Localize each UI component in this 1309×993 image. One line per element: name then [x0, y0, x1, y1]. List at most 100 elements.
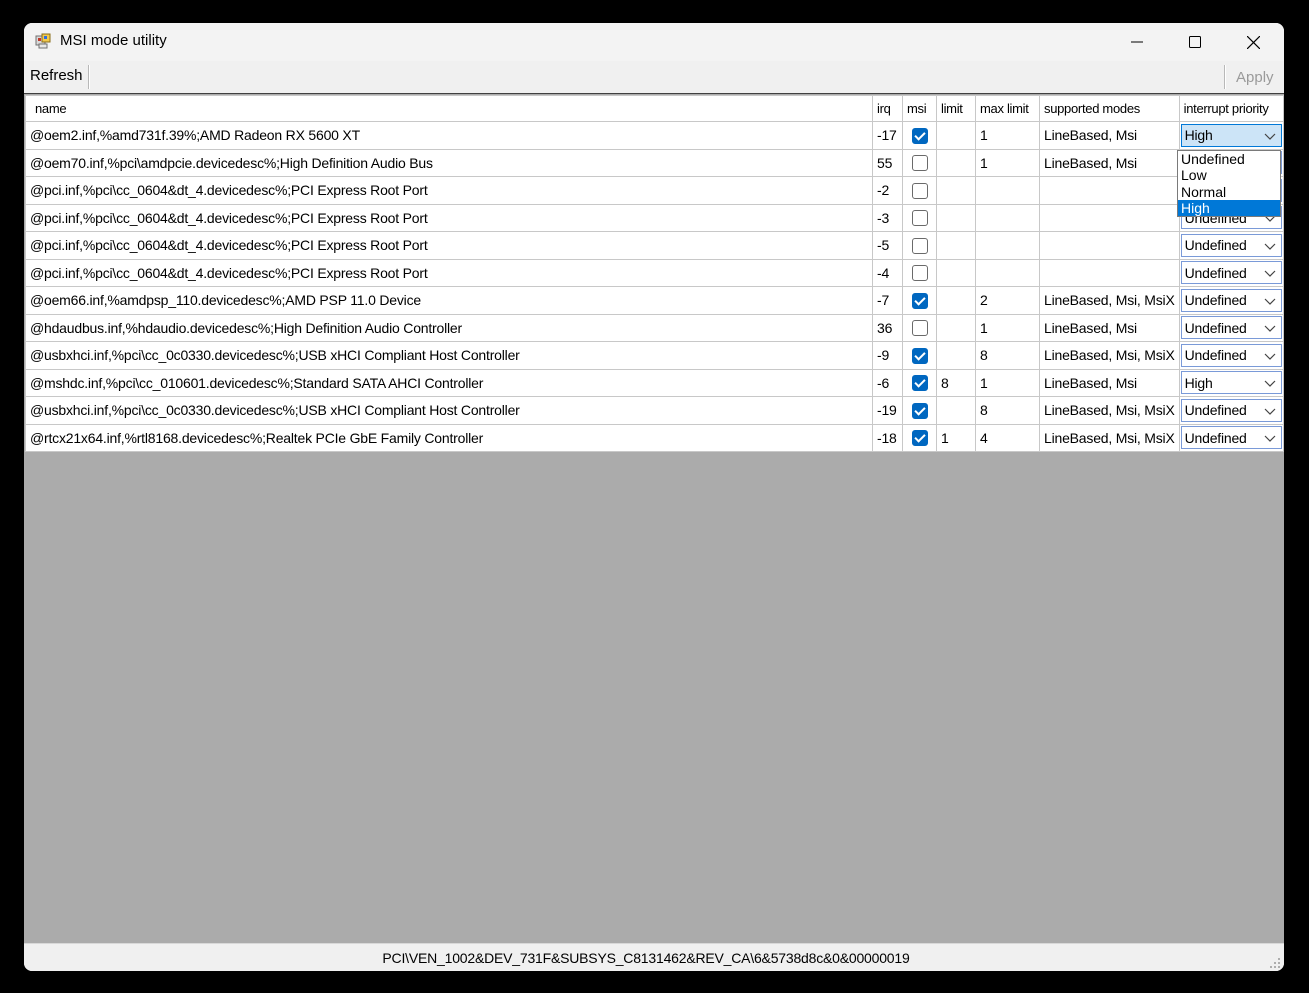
chevron-down-icon[interactable] [1264, 295, 1276, 307]
title-bar[interactable]: MSI mode utility [24, 23, 1284, 61]
cell-limit[interactable] [936, 258, 976, 287]
table-row[interactable]: @hdaudbus.inf,%hdaudio.devicedesc%;High … [25, 313, 1284, 342]
cell-irq[interactable]: -17 [872, 121, 903, 150]
cell-interrupt-priority[interactable]: Undefined [1178, 396, 1284, 425]
cell-name[interactable]: @pci.inf,%pci\cc_0604&dt_4.devicedesc%;P… [25, 203, 873, 232]
cell-interrupt-priority[interactable]: Undefined [1178, 231, 1284, 260]
cell-supported-modes[interactable]: LineBased, Msi, MsiX [1039, 341, 1180, 370]
cell-name[interactable]: @mshdc.inf,%pci\cc_010601.devicedesc%;St… [25, 368, 873, 397]
priority-combobox[interactable]: Undefined [1180, 288, 1282, 312]
cell-limit[interactable]: 8 [936, 368, 976, 397]
cell-supported-modes[interactable]: LineBased, Msi [1039, 148, 1180, 177]
dropdown-option-selected[interactable]: High [1178, 199, 1280, 217]
cell-irq[interactable]: -19 [872, 396, 903, 425]
msi-checkbox[interactable] [911, 320, 928, 337]
cell-limit[interactable] [936, 176, 976, 205]
column-header-irq[interactable]: irq [872, 95, 903, 122]
cell-name[interactable]: @oem70.inf,%pci\amdpcie.devicedesc%;High… [25, 148, 873, 177]
cell-supported-modes[interactable]: LineBased, Msi [1039, 368, 1180, 397]
column-header-name[interactable]: name [25, 95, 873, 122]
cell-limit[interactable] [936, 121, 976, 150]
msi-checkbox[interactable] [911, 182, 928, 199]
table-row[interactable]: @pci.inf,%pci\cc_0604&dt_4.devicedesc%;P… [25, 176, 1284, 205]
chevron-down-icon[interactable] [1264, 377, 1276, 389]
chevron-down-icon[interactable] [1264, 130, 1276, 142]
cell-irq[interactable]: -5 [872, 231, 903, 260]
cell-max-limit[interactable]: 1 [975, 368, 1040, 397]
cell-irq[interactable]: -2 [872, 176, 903, 205]
cell-interrupt-priority[interactable]: Undefined [1178, 286, 1284, 315]
cell-name[interactable]: @rtcx21x64.inf,%rtl8168.devicedesc%;Real… [25, 423, 873, 452]
cell-msi[interactable] [902, 121, 937, 150]
msi-checkbox[interactable] [911, 237, 928, 254]
cell-supported-modes[interactable] [1039, 203, 1180, 232]
priority-combobox[interactable]: Undefined [1180, 261, 1282, 285]
cell-irq[interactable]: -9 [872, 341, 903, 370]
cell-name[interactable]: @pci.inf,%pci\cc_0604&dt_4.devicedesc%;P… [25, 258, 873, 287]
cell-interrupt-priority[interactable]: High [1178, 121, 1284, 150]
cell-name[interactable]: @pci.inf,%pci\cc_0604&dt_4.devicedesc%;P… [25, 176, 873, 205]
chevron-down-icon[interactable] [1264, 322, 1276, 334]
msi-checkbox[interactable] [911, 375, 928, 392]
cell-max-limit[interactable]: 4 [975, 423, 1040, 452]
cell-max-limit[interactable] [975, 203, 1040, 232]
table-row[interactable]: @mshdc.inf,%pci\cc_010601.devicedesc%;St… [25, 368, 1284, 397]
table-row[interactable]: @usbxhci.inf,%pci\cc_0c0330.devicedesc%;… [25, 396, 1284, 425]
cell-max-limit[interactable]: 1 [975, 313, 1040, 342]
close-button[interactable] [1224, 23, 1282, 61]
table-row[interactable]: @pci.inf,%pci\cc_0604&dt_4.devicedesc%;P… [25, 231, 1284, 260]
msi-checkbox[interactable] [911, 127, 928, 144]
cell-limit[interactable]: 1 [936, 423, 976, 452]
cell-name[interactable]: @hdaudbus.inf,%hdaudio.devicedesc%;High … [25, 313, 873, 342]
cell-msi[interactable] [902, 176, 937, 205]
cell-max-limit[interactable]: 1 [975, 121, 1040, 150]
resize-grip-icon[interactable] [1269, 957, 1281, 969]
cell-msi[interactable] [902, 258, 937, 287]
column-header-supported-modes[interactable]: supported modes [1039, 95, 1180, 122]
cell-name[interactable]: @pci.inf,%pci\cc_0604&dt_4.devicedesc%;P… [25, 231, 873, 260]
cell-limit[interactable] [936, 286, 976, 315]
chevron-down-icon[interactable] [1264, 405, 1276, 417]
chevron-down-icon[interactable] [1264, 267, 1276, 279]
cell-limit[interactable] [936, 313, 976, 342]
cell-max-limit[interactable]: 8 [975, 396, 1040, 425]
priority-combobox[interactable]: Undefined [1180, 426, 1282, 450]
chevron-down-icon[interactable] [1264, 432, 1276, 444]
column-header-limit[interactable]: limit [936, 95, 976, 122]
dropdown-option[interactable]: Normal [1178, 184, 1280, 200]
cell-irq[interactable]: -4 [872, 258, 903, 287]
cell-irq[interactable]: -7 [872, 286, 903, 315]
priority-combobox[interactable]: High [1180, 371, 1282, 395]
cell-supported-modes[interactable]: LineBased, Msi, MsiX [1039, 423, 1180, 452]
cell-supported-modes[interactable]: LineBased, Msi [1039, 121, 1180, 150]
cell-max-limit[interactable] [975, 231, 1040, 260]
priority-dropdown-list[interactable]: Undefined Low Normal High [1177, 150, 1281, 218]
cell-limit[interactable] [936, 396, 976, 425]
chevron-down-icon[interactable] [1264, 350, 1276, 362]
cell-max-limit[interactable]: 8 [975, 341, 1040, 370]
cell-name[interactable]: @usbxhci.inf,%pci\cc_0c0330.devicedesc%;… [25, 341, 873, 370]
cell-limit[interactable] [936, 148, 976, 177]
cell-interrupt-priority[interactable]: Undefined [1178, 258, 1284, 287]
table-row[interactable]: @pci.inf,%pci\cc_0604&dt_4.devicedesc%;P… [25, 258, 1284, 287]
cell-interrupt-priority[interactable]: High [1178, 368, 1284, 397]
cell-irq[interactable]: -18 [872, 423, 903, 452]
priority-combobox[interactable]: Undefined [1180, 316, 1282, 340]
msi-checkbox[interactable] [911, 155, 928, 172]
cell-name[interactable]: @usbxhci.inf,%pci\cc_0c0330.devicedesc%;… [25, 396, 873, 425]
cell-limit[interactable] [936, 341, 976, 370]
msi-checkbox[interactable] [911, 265, 928, 282]
cell-irq[interactable]: -3 [872, 203, 903, 232]
cell-irq[interactable]: -6 [872, 368, 903, 397]
priority-combobox[interactable]: High [1180, 123, 1282, 147]
cell-supported-modes[interactable] [1039, 176, 1180, 205]
cell-msi[interactable] [902, 396, 937, 425]
cell-limit[interactable] [936, 203, 976, 232]
cell-name[interactable]: @oem2.inf,%amd731f.39%;AMD Radeon RX 560… [25, 121, 873, 150]
cell-msi[interactable] [902, 423, 937, 452]
cell-msi[interactable] [902, 148, 937, 177]
priority-combobox[interactable]: Undefined [1180, 343, 1282, 367]
cell-max-limit[interactable]: 2 [975, 286, 1040, 315]
cell-msi[interactable] [902, 231, 937, 260]
cell-name[interactable]: @oem66.inf,%amdpsp_110.devicedesc%;AMD P… [25, 286, 873, 315]
